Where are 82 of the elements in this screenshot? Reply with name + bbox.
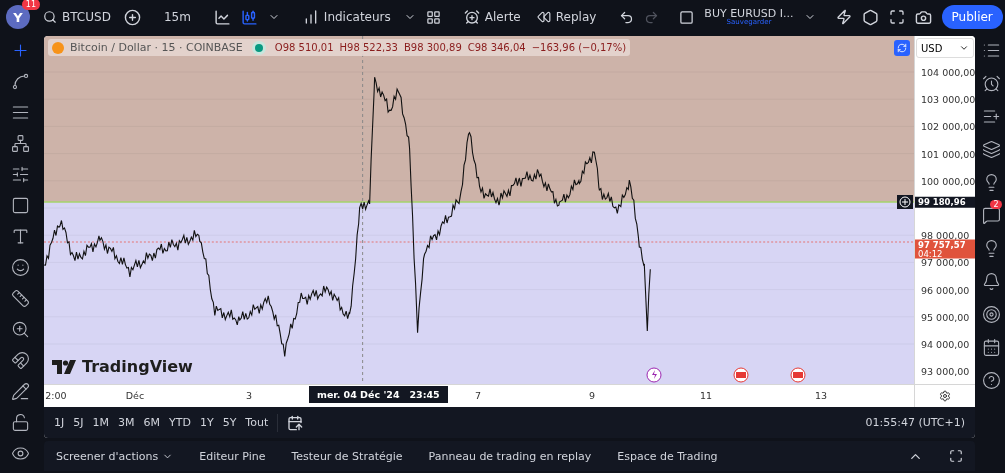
- alarm-clock-icon: [463, 9, 480, 25]
- panel-tab[interactable]: Testeur de Stratégie: [291, 449, 403, 463]
- replay-button[interactable]: Replay: [533, 8, 600, 26]
- price-tick: 102 000,00: [921, 120, 975, 132]
- crosshair-time-label: mer. 04 Déc '24 23:45: [309, 386, 448, 403]
- time-tick: 11: [699, 390, 713, 401]
- sidebar-tool-icon[interactable]: [980, 205, 1002, 226]
- range-button[interactable]: 1Y: [199, 416, 214, 429]
- line-chart-icon[interactable]: [213, 8, 231, 26]
- crosshair-price-label: 99 180,96: [915, 196, 975, 208]
- range-button[interactable]: 6M: [143, 416, 160, 429]
- ohlc-value: C98 346,04: [467, 42, 526, 53]
- panel-tab[interactable]: Espace de Trading: [617, 449, 718, 463]
- message-count-badge: 2: [990, 200, 1002, 209]
- time-tick: 3: [246, 390, 252, 401]
- price-tick: 96 000,00: [921, 284, 970, 296]
- time-tick: 2:00: [45, 390, 67, 401]
- symbol-title: Bitcoin / Dollar · 15 · COINBASE: [70, 41, 243, 54]
- interval-button[interactable]: 15m: [160, 8, 194, 26]
- drawing-tool-button[interactable]: [9, 381, 31, 402]
- clock: 01:55:47 (UTC+1): [865, 416, 965, 429]
- price-tick: 97 000,00: [921, 256, 970, 268]
- alert-button[interactable]: Alerte: [460, 7, 524, 27]
- range-button[interactable]: 3M: [118, 416, 135, 429]
- panel-tab[interactable]: Editeur Pine: [199, 449, 266, 463]
- last-price-label: 97 757,57 04:12: [915, 239, 975, 259]
- add-symbol-icon[interactable]: [123, 8, 141, 26]
- live-status-dot: [254, 43, 263, 52]
- panel-tab[interactable]: Screener d'actions: [56, 449, 174, 463]
- range-button[interactable]: 1M: [92, 416, 109, 429]
- sidebar-tool-icon[interactable]: [980, 370, 1002, 391]
- drawing-tool-button[interactable]: [9, 288, 31, 309]
- candlestick-icon[interactable]: [240, 8, 258, 26]
- layout-name[interactable]: BUY EURUSD I...: [704, 8, 794, 19]
- bitcoin-icon: [52, 41, 64, 54]
- time-tick: Déc: [125, 390, 145, 401]
- drawing-tool-button[interactable]: [9, 133, 31, 154]
- sidebar-tool-icon[interactable]: [980, 73, 1002, 94]
- go-to-date-icon[interactable]: [287, 414, 304, 431]
- chevron-down-icon: [959, 43, 969, 53]
- tradingview-logo: TradingView: [52, 357, 193, 376]
- currency-select[interactable]: USD: [916, 38, 974, 58]
- indicators-button[interactable]: Indicateurs: [299, 7, 394, 27]
- camera-icon[interactable]: [914, 8, 932, 26]
- rewind-icon: [536, 10, 551, 24]
- add-plus-icon[interactable]: [897, 195, 913, 209]
- notification-badge: 11: [21, 0, 40, 10]
- search-icon: [43, 10, 57, 24]
- fullscreen-icon[interactable]: [888, 9, 905, 25]
- sync-icon[interactable]: [894, 40, 910, 56]
- sidebar-tool-icon[interactable]: [980, 304, 1002, 325]
- redo-icon[interactable]: [644, 9, 660, 25]
- price-change: −163,96 (−0,17%): [531, 42, 627, 53]
- price-tick: 104 000,00: [921, 66, 975, 78]
- price-tick: 93 000,00: [921, 365, 970, 377]
- price-tick: 100 000,00: [921, 175, 975, 187]
- range-button[interactable]: YTD: [169, 416, 191, 429]
- ohlc-value: B98 300,89: [404, 42, 462, 53]
- time-tick: 13: [814, 390, 828, 401]
- undo-icon[interactable]: [619, 9, 635, 25]
- price-tick: 101 000,00: [921, 148, 975, 160]
- range-button[interactable]: Tout: [245, 416, 269, 429]
- sidebar-tool-icon[interactable]: [980, 139, 1002, 160]
- ohlc-value: H98 522,33: [339, 42, 398, 53]
- layout-grid-icon[interactable]: [425, 9, 441, 25]
- price-tick: 98 000,00: [921, 229, 970, 241]
- range-button[interactable]: 1J: [54, 416, 65, 429]
- maximize-icon[interactable]: [949, 449, 963, 463]
- ohlc-value: O98 510,01: [274, 42, 334, 53]
- price-tick: 95 000,00: [921, 311, 970, 323]
- checkbox-icon[interactable]: [679, 9, 695, 25]
- time-tick: 7: [475, 390, 481, 401]
- drawing-tool-button[interactable]: [9, 350, 31, 371]
- drawing-tool-button[interactable]: [9, 257, 31, 278]
- price-tick: 94 000,00: [921, 338, 970, 350]
- range-button[interactable]: 5Y: [222, 416, 237, 429]
- price-tick: 103 000,00: [921, 93, 975, 105]
- range-button[interactable]: 5J: [73, 416, 84, 429]
- symbol-search-button[interactable]: BTCUSD: [40, 8, 114, 26]
- time-tick: 9: [589, 390, 595, 401]
- panel-tab[interactable]: Panneau de trading en replay: [428, 449, 592, 463]
- publish-button[interactable]: Publier: [941, 5, 1003, 29]
